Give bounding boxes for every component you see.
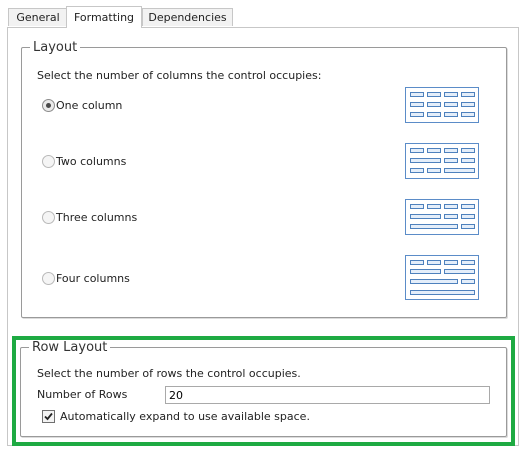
radio-button[interactable]	[42, 271, 55, 285]
radio-label: Three columns	[56, 210, 138, 224]
radio-button[interactable]	[42, 98, 55, 112]
layout-four-columns-icon	[405, 255, 479, 300]
layout-three-columns-icon	[405, 199, 479, 235]
tab-formatting[interactable]: Formatting	[66, 6, 142, 28]
radio-four-columns[interactable]: Four columns	[42, 270, 130, 286]
layout-two-columns-icon	[405, 143, 479, 179]
checkmark-icon	[44, 412, 53, 421]
radio-three-columns[interactable]: Three columns	[42, 209, 137, 225]
auto-expand-checkbox[interactable]	[42, 410, 55, 423]
tab-general[interactable]: General	[8, 8, 68, 26]
row-layout-legend: Row Layout	[32, 340, 108, 355]
layout-description: Select the number of columns the control…	[37, 69, 322, 82]
row-layout-description: Select the number of rows the control oc…	[37, 367, 301, 380]
radio-button[interactable]	[42, 154, 55, 168]
radio-label: One column	[56, 98, 123, 112]
auto-expand-label: Automatically expand to use available sp…	[60, 410, 310, 423]
radio-button[interactable]	[42, 210, 55, 224]
radio-label: Four columns	[56, 271, 130, 285]
number-of-rows-label: Number of Rows	[37, 388, 128, 401]
tab-dependencies[interactable]: Dependencies	[142, 8, 233, 26]
number-of-rows-input[interactable]	[165, 386, 490, 404]
layout-legend: Layout	[33, 40, 78, 55]
auto-expand-checkbox-row[interactable]: Automatically expand to use available sp…	[42, 410, 310, 423]
layout-one-column-icon	[405, 87, 479, 123]
radio-two-columns[interactable]: Two columns	[42, 153, 126, 169]
radio-one-column[interactable]: One column	[42, 97, 122, 113]
radio-label: Two columns	[56, 154, 127, 168]
tab-strip: General Formatting Dependencies	[0, 0, 526, 28]
